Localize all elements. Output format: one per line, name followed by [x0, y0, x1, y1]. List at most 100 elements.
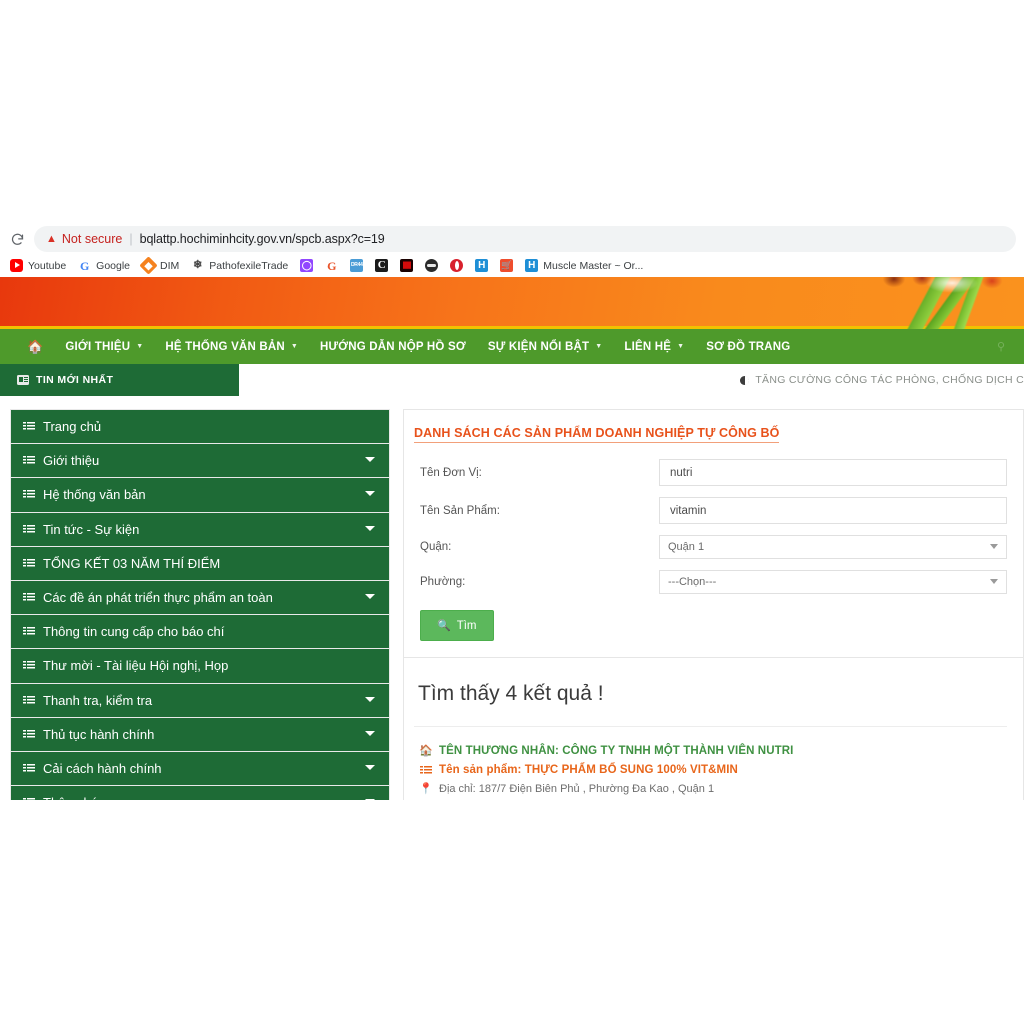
list-icon [23, 661, 35, 671]
main-navigation: 🏠 GIỚI THIỆU ▼ HỆ THỐNG VĂN BẢN ▼ HƯỚNG … [0, 329, 1024, 364]
product-input[interactable] [659, 497, 1007, 524]
nav-home[interactable]: 🏠 [16, 329, 54, 364]
bookmark-label: Youtube [28, 260, 66, 272]
bookmark-crunchyroll[interactable]: C [369, 256, 394, 276]
list-icon [23, 763, 35, 773]
shopee-icon: 🛒 [500, 259, 513, 272]
nav-label: GIỚI THIỆU [65, 341, 130, 353]
form-row-unit: Tên Đơn Vị: [414, 459, 1007, 486]
bookmark-pathofexiletrade[interactable]: ❄ PathofexileTrade [185, 256, 294, 276]
list-icon [23, 797, 35, 800]
chevron-down-icon [365, 731, 375, 736]
bookmark-youtube[interactable]: Youtube [4, 256, 72, 276]
bookmark-muscle-master[interactable]: H Muscle Master ~ Or... [519, 256, 649, 276]
chevron-down-icon [365, 526, 375, 531]
bookmark-shopee[interactable]: 🛒 [494, 256, 519, 276]
result-merchant: TÊN THƯƠNG NHÂN: CÔNG TY TNHH MỘT THÀNH … [439, 745, 793, 757]
ward-select-wrap [659, 570, 1007, 594]
list-icon [23, 695, 35, 705]
nav-lien-he[interactable]: LIÊN HỆ ▼ [613, 329, 695, 364]
chevron-down-icon [990, 579, 998, 584]
bookmark-dark-oval[interactable] [419, 256, 444, 276]
bookmark-blue-site[interactable]: DR44 [344, 256, 369, 276]
nav-huong-dan-nop-ho-so[interactable]: HƯỚNG DẪN NỘP HỒ SƠ [309, 329, 477, 364]
form-row-product: Tên Sản Phẩm: [414, 497, 1007, 524]
sidebar-item-gioi-thieu[interactable]: Giới thiệu [10, 443, 390, 477]
sidebar-item-label: TỔNG KẾT 03 NĂM THÍ ĐIỂM [43, 556, 220, 571]
bookmark-g2g[interactable]: G [319, 256, 344, 276]
chevron-down-icon [365, 697, 375, 702]
bookmark-dark-red-site[interactable]: ██ [394, 256, 419, 276]
site-banner [0, 277, 1024, 329]
nav-so-do-trang[interactable]: SƠ ĐỒ TRANG [695, 329, 801, 364]
nav-su-kien-noi-bat[interactable]: SỰ KIỆN NỔI BẬT ▼ [477, 329, 614, 364]
bookmark-opera[interactable] [444, 256, 469, 276]
screenshot-root: ▲ Not secure | bqlattp.hochiminhcity.gov… [0, 0, 1024, 1024]
bookmark-twitch[interactable]: ◯ [294, 256, 319, 276]
unit-input[interactable] [659, 459, 1007, 486]
search-button[interactable]: 🔍 Tìm [420, 610, 494, 641]
sidebar-item-thong-tin-bao-chi[interactable]: Thông tin cung cấp cho báo chí [10, 614, 390, 648]
district-select[interactable] [659, 535, 1007, 559]
result-address-line: 📍 Địa chỉ: 187/7 Điện Biên Phủ , Phường … [420, 783, 1007, 795]
nav-gioi-thieu[interactable]: GIỚI THIỆU ▼ [54, 329, 154, 364]
sidebar-item-thong-bao[interactable]: Thông báo [10, 785, 390, 800]
chevron-down-icon [365, 799, 375, 800]
bookmark-label: Google [96, 260, 130, 272]
result-item[interactable]: 🏠 TÊN THƯƠNG NHÂN: CÔNG TY TNHH MỘT THÀN… [414, 727, 1007, 800]
twitch-icon: ◯ [300, 259, 313, 272]
google-icon: G [78, 259, 91, 272]
magnifier-icon: 🔍 [437, 619, 451, 632]
chevron-down-icon [365, 594, 375, 599]
search-icon[interactable]: ⚲ [997, 340, 1010, 353]
security-label: Not secure [62, 232, 122, 246]
sidebar-item-label: Các đề án phát triển thực phẩm an toàn [43, 590, 273, 605]
ticker-headline: TĂNG CƯỜNG CÔNG TÁC PHÒNG, CHỐNG DỊCH C [755, 374, 1024, 386]
sidebar-item-thu-moi[interactable]: Thư mời - Tài liệu Hội nghị, Họp [10, 648, 390, 682]
address-bar[interactable]: ▲ Not secure | bqlattp.hochiminhcity.gov… [34, 226, 1016, 252]
bookmark-h-site[interactable]: H [469, 256, 494, 276]
bookmark-google[interactable]: G Google [72, 256, 136, 276]
web-page: 🏠 GIỚI THIỆU ▼ HỆ THỐNG VĂN BẢN ▼ HƯỚNG … [0, 277, 1024, 800]
list-icon [23, 422, 35, 432]
bookmark-dim[interactable]: DIM [136, 256, 185, 276]
sidebar-item-trang-chu[interactable]: Trang chủ [10, 409, 390, 443]
sidebar-item-label: Thông báo [43, 795, 105, 800]
ward-select[interactable] [659, 570, 1007, 594]
sidebar-item-tong-ket-03-nam[interactable]: TỔNG KẾT 03 NĂM THÍ ĐIỂM [10, 546, 390, 580]
chevron-down-icon: ▼ [136, 343, 143, 350]
blue-site-icon: DR44 [350, 259, 363, 272]
tab-tin-moi-nhat[interactable]: TIN MỚI NHẤT [0, 364, 239, 396]
sidebar-item-label: Thông tin cung cấp cho báo chí [43, 624, 224, 639]
omnibar-row: ▲ Not secure | bqlattp.hochiminhcity.gov… [0, 224, 1024, 254]
list-icon [23, 524, 35, 534]
sidebar-item-label: Trang chủ [43, 419, 101, 434]
news-ticker-row: TIN MỚI NHẤT TĂNG CƯỜNG CÔNG TÁC PHÒNG, … [0, 364, 1024, 396]
reload-icon[interactable] [4, 226, 30, 252]
ward-label: Phường: [414, 576, 659, 588]
chevron-down-icon: ▼ [291, 343, 298, 350]
sidebar-item-tin-tuc-su-kien[interactable]: Tin tức - Sự kiện [10, 512, 390, 546]
sidebar-item-cac-de-an[interactable]: Các đề án phát triển thực phẩm an toàn [10, 580, 390, 614]
home-icon: 🏠 [420, 745, 432, 757]
sidebar-item-thanh-tra[interactable]: Thanh tra, kiểm tra [10, 683, 390, 717]
nav-he-thong-van-ban[interactable]: HỆ THỐNG VĂN BẢN ▼ [154, 329, 309, 364]
sidebar-item-label: Hệ thống văn bản [43, 487, 146, 502]
sidebar-item-label: Cải cách hành chính [43, 761, 162, 776]
chevron-down-icon [990, 544, 998, 549]
chevron-down-icon: ▼ [677, 343, 684, 350]
chevron-down-icon [365, 765, 375, 770]
result-address: Địa chỉ: 187/7 Điện Biên Phủ , Phường Đa… [439, 783, 714, 795]
ticker-text[interactable]: TĂNG CƯỜNG CÔNG TÁC PHÒNG, CHỐNG DỊCH C [239, 364, 1024, 396]
result-product-line: Tên sản phẩm: THỰC PHẨM BỔ SUNG 100% VIT… [420, 764, 1007, 776]
list-icon [420, 764, 432, 776]
sidebar-item-he-thong-van-ban[interactable]: Hệ thống văn bản [10, 477, 390, 511]
bookmark-label: Muscle Master ~ Or... [543, 260, 643, 272]
sidebar-item-cai-cach-hanh-chinh[interactable]: Cải cách hành chính [10, 751, 390, 785]
g2g-icon: G [325, 259, 338, 272]
page-body: Trang chủ Giới thiệu Hệ thống văn bản [0, 396, 1024, 800]
nav-label: SƠ ĐỒ TRANG [706, 341, 790, 353]
url-text: bqlattp.hochiminhcity.gov.vn/spcb.aspx?c… [140, 232, 385, 246]
form-row-district: Quận: [414, 535, 1007, 559]
sidebar-item-thu-tuc-hanh-chinh[interactable]: Thủ tục hành chính [10, 717, 390, 751]
